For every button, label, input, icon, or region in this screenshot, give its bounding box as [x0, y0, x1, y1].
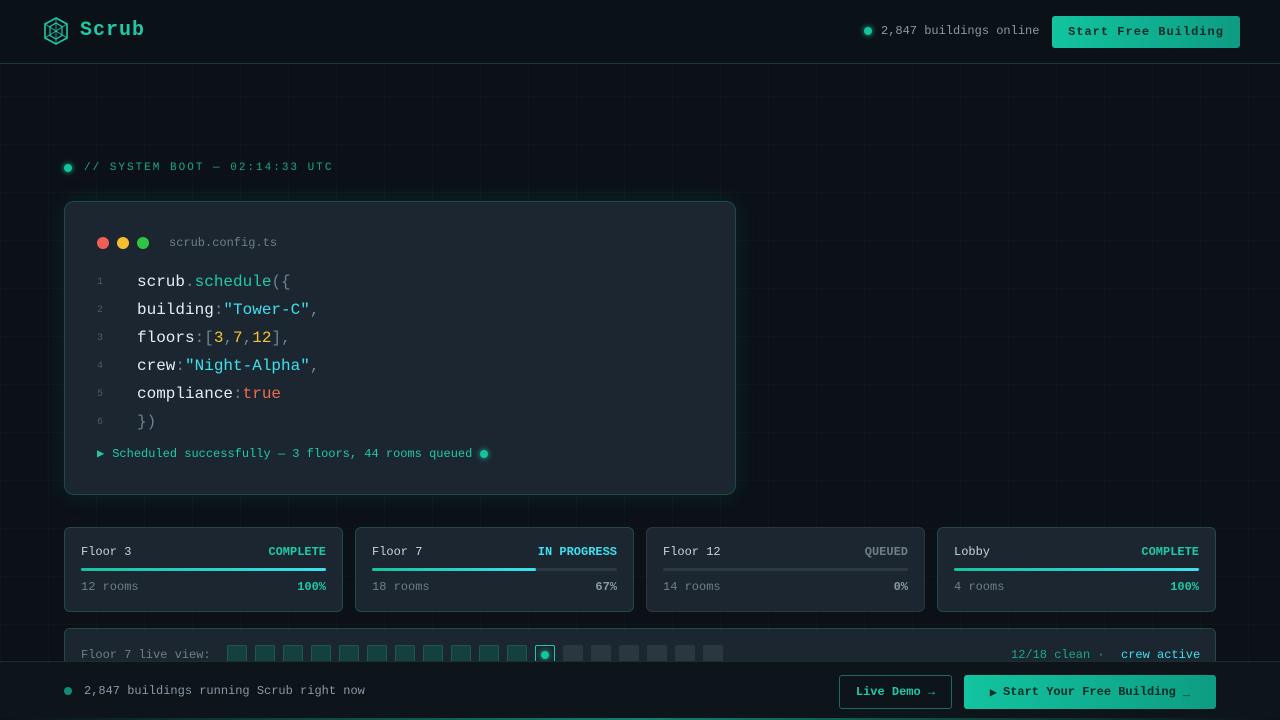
code-token: , — [223, 329, 234, 347]
floor-rooms-count: 14 rooms — [663, 580, 721, 594]
code-token: : — [194, 329, 205, 347]
floor-percent: 100% — [1170, 580, 1199, 594]
code-window: scrub.config.ts 1 scrub. schedule({ 2 bui… — [64, 201, 736, 495]
line-number: 1 — [97, 276, 104, 288]
code-token: 7 — [233, 329, 243, 347]
floor-status-badge: COMPLETE — [1141, 545, 1199, 559]
window-maximize-dot-icon — [137, 237, 149, 249]
code-token: true — [242, 385, 282, 403]
code-token: compliance — [137, 385, 234, 403]
footer-status: 2,847 buildings running Scrub right now — [64, 684, 365, 698]
code-token: : — [213, 301, 224, 319]
floor-name: Floor 3 — [81, 545, 132, 559]
floor-name: Floor 12 — [663, 545, 721, 559]
floor-name: Lobby — [954, 545, 991, 559]
online-count-text: 2,847 buildings online — [881, 24, 1040, 38]
window-close-dot-icon — [97, 237, 109, 249]
boot-dot-icon — [64, 164, 72, 172]
code-token: schedule — [194, 273, 272, 291]
code-token: building — [137, 301, 214, 319]
crew-dot-icon — [541, 651, 549, 659]
code-line-6: 6 }) — [97, 411, 156, 433]
boot-text: // SYSTEM BOOT — 02:14:33 UTC — [84, 162, 334, 174]
play-arrow-icon: ▶ — [97, 447, 105, 461]
code-token: : — [233, 385, 243, 403]
code-line-1: 1 scrub. schedule({ — [97, 271, 291, 293]
floor-card[interactable]: Floor 12 QUEUED 14 rooms 0% — [646, 527, 925, 612]
line-number: 3 — [97, 332, 104, 344]
floor-name: Floor 7 — [372, 545, 423, 559]
code-line-2: 2 building: "Tower-C", — [97, 299, 319, 321]
live-demo-button[interactable]: Live Demo → — [839, 675, 952, 709]
line-number: 5 — [97, 388, 104, 400]
footer-status-text: 2,847 buildings running Scrub right now — [84, 684, 365, 698]
code-token: "Tower-C" — [223, 301, 310, 319]
floor-card[interactable]: Floor 7 IN PROGRESS 18 rooms 67% — [355, 527, 634, 612]
code-token: , — [309, 301, 320, 319]
line-number: 2 — [97, 304, 104, 316]
code-token: crew — [137, 357, 176, 375]
top-navbar: Scrub 2,847 buildings online Start Free … — [0, 0, 1280, 64]
system-boot-line: // SYSTEM BOOT — 02:14:33 UTC — [64, 162, 333, 174]
code-token: ], — [271, 329, 291, 347]
line-number: 4 — [97, 360, 104, 372]
floor-progress-fill — [372, 568, 537, 571]
code-token: }) — [137, 413, 157, 431]
floor-status-badge: QUEUED — [864, 545, 908, 559]
code-token: . — [185, 273, 195, 291]
code-token: , — [242, 329, 253, 347]
cta-label: Start Your Free Building _ — [1003, 685, 1191, 699]
code-token: "Night-Alpha" — [185, 357, 310, 375]
floor-rooms-count: 4 rooms — [954, 580, 1005, 594]
start-your-free-building-button[interactable]: ▶ Start Your Free Building _ — [964, 675, 1216, 709]
code-token: floors — [137, 329, 195, 347]
line-number: 6 — [97, 416, 104, 428]
status-dot-icon — [64, 687, 72, 695]
window-minimize-dot-icon — [117, 237, 129, 249]
code-token: 3 — [213, 329, 224, 347]
floor-card[interactable]: Floor 3 COMPLETE 12 rooms 100% — [64, 527, 343, 612]
status-dot-icon — [864, 27, 872, 35]
code-filename: scrub.config.ts — [169, 236, 278, 250]
live-crew-status: crew active — [1121, 648, 1201, 662]
live-clean-count: 12/18 clean · — [1011, 648, 1105, 662]
status-dot-icon — [480, 449, 489, 458]
floor-card[interactable]: Lobby COMPLETE 4 rooms 100% — [937, 527, 1216, 612]
floor-status-badge: IN PROGRESS — [537, 545, 617, 559]
play-icon: ▶ — [989, 685, 997, 700]
code-token: : — [175, 357, 186, 375]
code-line-4: 4 crew: "Night-Alpha", — [97, 355, 319, 377]
floor-progress-bar — [954, 568, 1199, 571]
online-indicator: 2,847 buildings online — [864, 24, 1039, 38]
code-line-5: 5 compliance: true — [97, 383, 281, 405]
floor-status-badge: COMPLETE — [268, 545, 326, 559]
code-status-line: ▶ Scheduled successfully — 3 floors, 44 … — [97, 446, 489, 461]
floor-rooms-count: 12 rooms — [81, 580, 139, 594]
floor-progress-fill — [81, 568, 326, 571]
floor-percent: 0% — [893, 580, 908, 594]
floor-percent: 67% — [595, 580, 617, 594]
floor-progress-bar — [372, 568, 617, 571]
code-token: 12 — [252, 329, 272, 347]
start-free-building-button[interactable]: Start Free Building — [1052, 16, 1240, 48]
floor-rooms-count: 18 rooms — [372, 580, 430, 594]
code-status-text: Scheduled successfully — 3 floors, 44 ro… — [112, 446, 473, 461]
floor-progress-bar — [81, 568, 326, 571]
code-token: scrub — [137, 273, 186, 291]
code-line-3: 3 floors:[3, 7, 12], — [97, 327, 291, 349]
code-token: [ — [204, 329, 214, 347]
floor-progress-bar — [663, 568, 908, 571]
floor-progress-fill — [954, 568, 1199, 571]
logo-icon[interactable] — [44, 17, 68, 45]
code-token: ({ — [271, 273, 291, 291]
brand-name[interactable]: Scrub — [80, 19, 145, 42]
live-view-label: Floor 7 live view: — [81, 648, 211, 662]
floor-percent: 100% — [297, 580, 326, 594]
sticky-footer-bar: 2,847 buildings running Scrub right now … — [0, 661, 1280, 720]
code-token: , — [309, 357, 320, 375]
